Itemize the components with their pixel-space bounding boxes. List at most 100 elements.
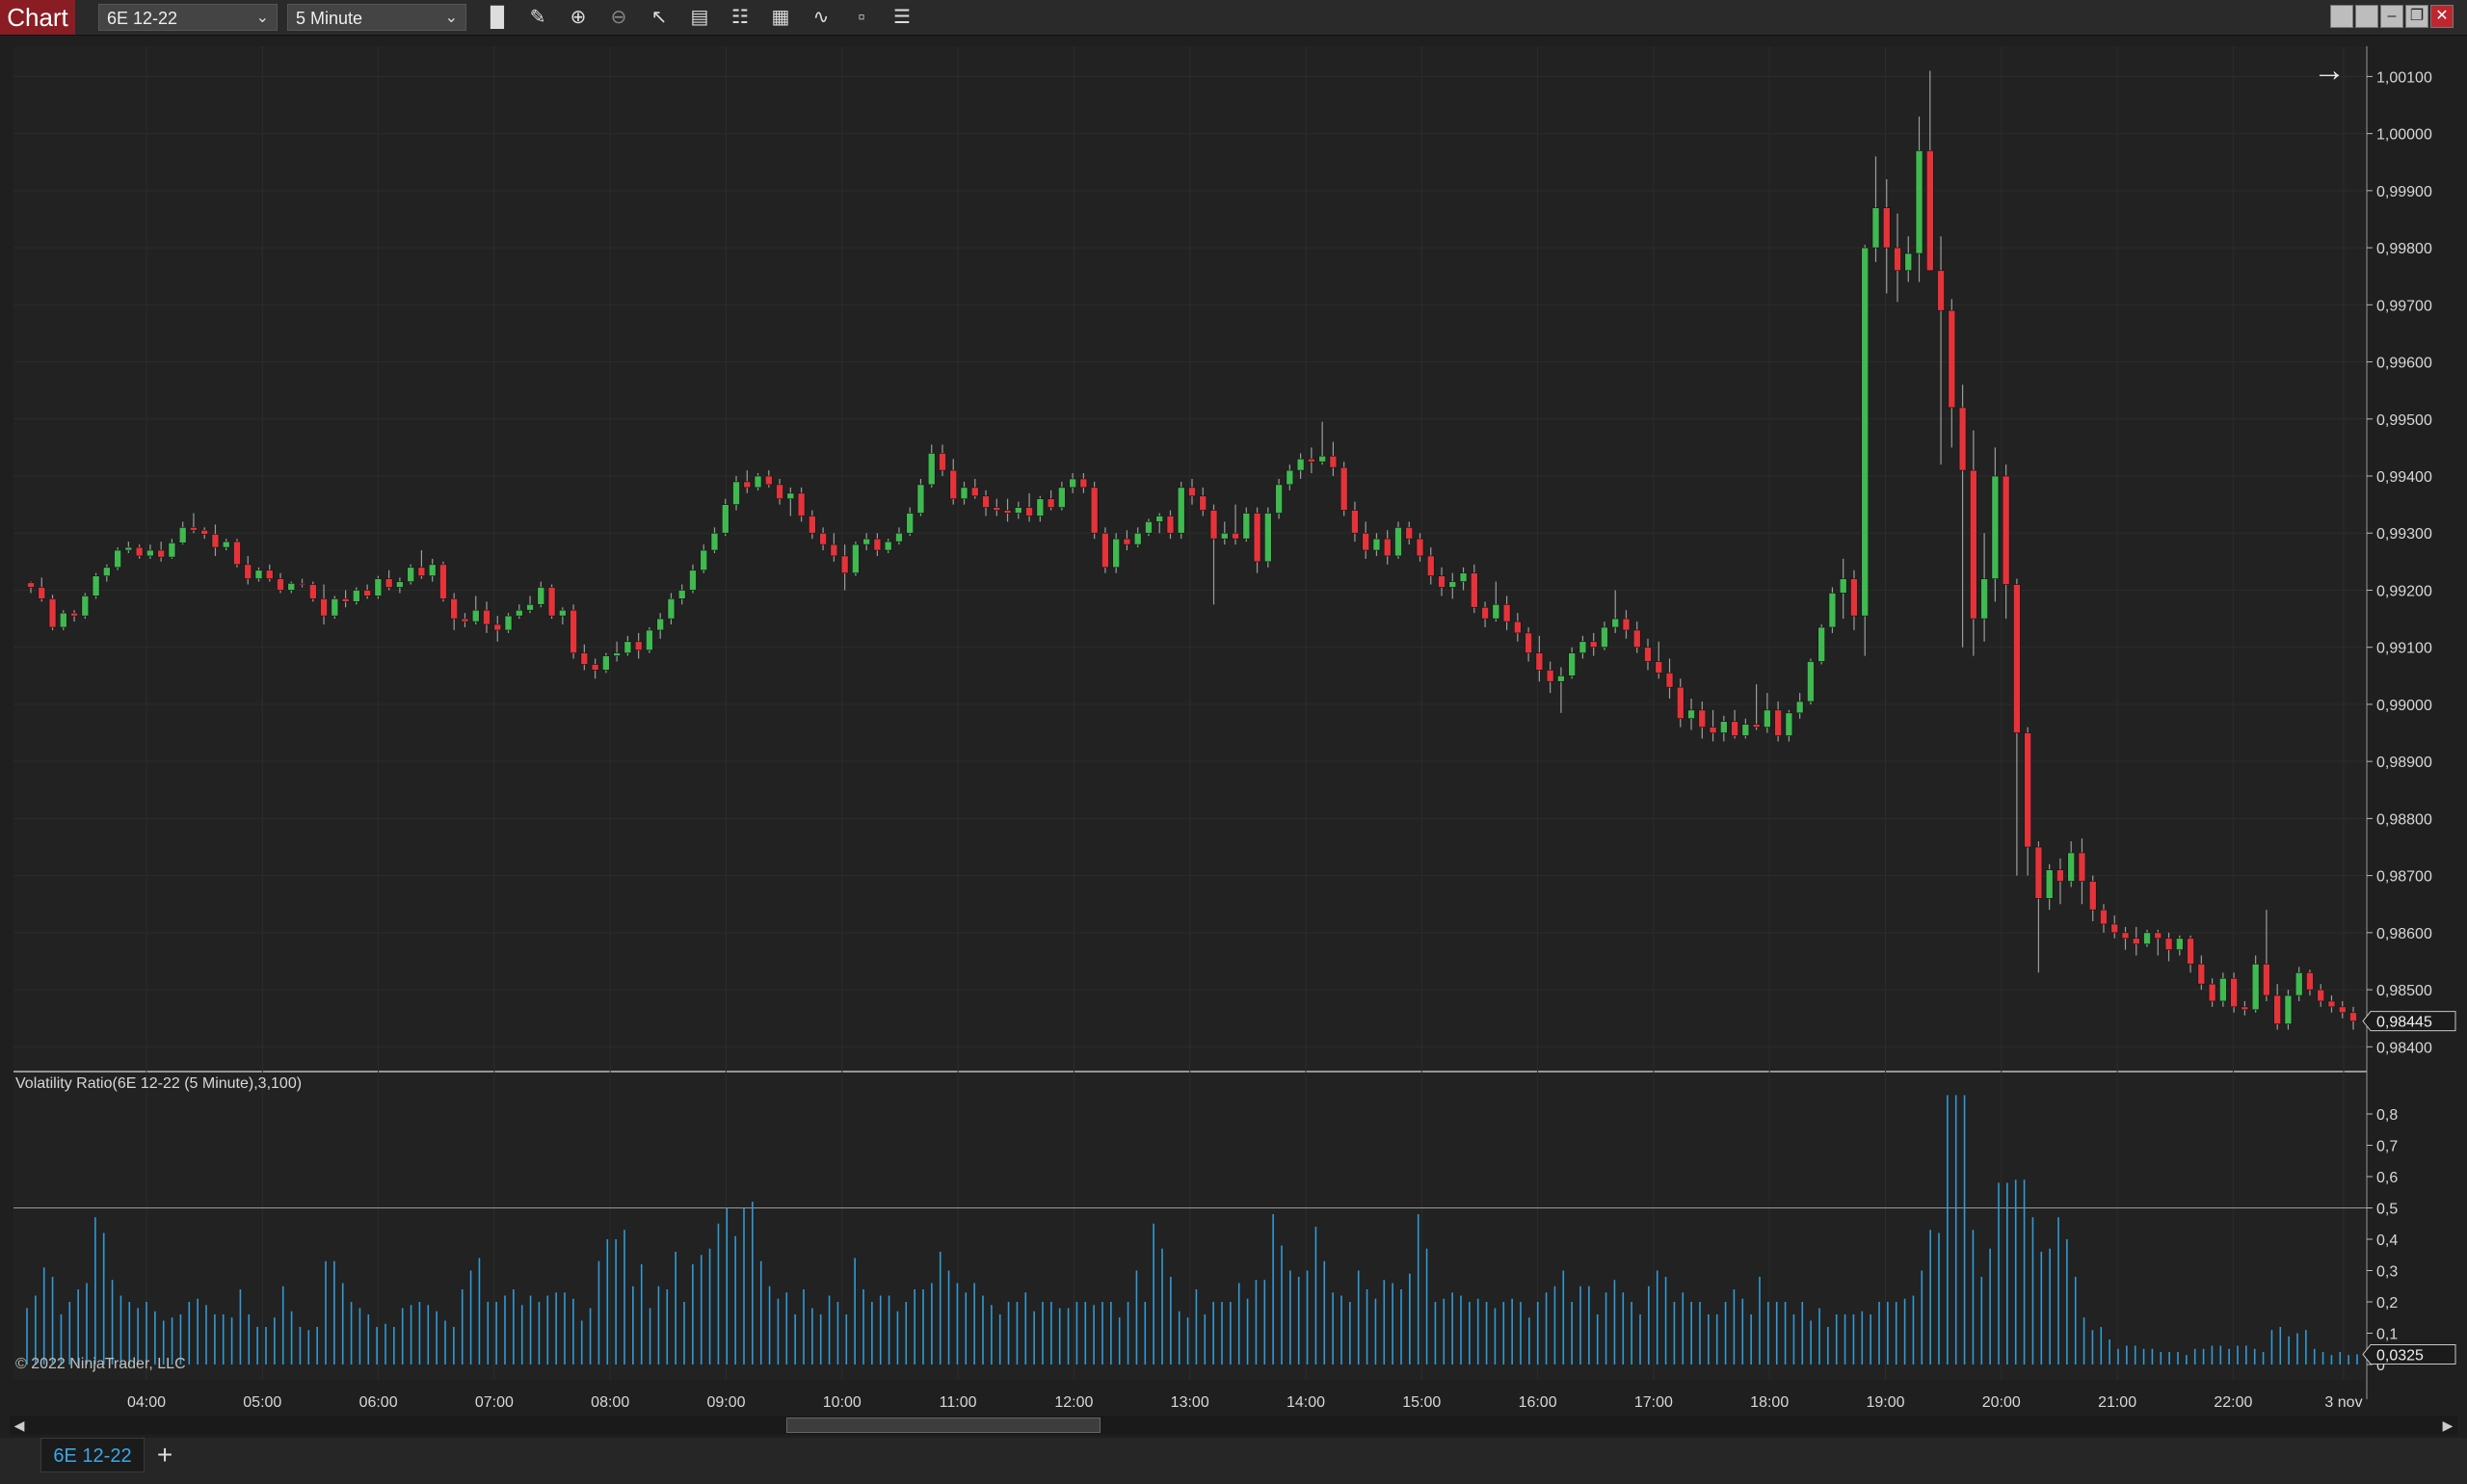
templates-icon[interactable]: ▫ (846, 4, 877, 31)
price-axis: 1,00100 1,00000 0,99900 0,99800 0,99700 0,996… (2367, 69, 2432, 1056)
candle-down (2013, 584, 2021, 733)
candle-up (1155, 516, 1164, 522)
candle-down (1709, 727, 1717, 733)
candle-down (776, 484, 783, 500)
time-tick-label: 21:00 (2098, 1394, 2136, 1411)
candle-up (1492, 603, 1500, 620)
indicator-tick-label: 0,7 (2376, 1139, 2398, 1155)
candle-up (884, 541, 892, 551)
time-tick-label: 10:00 (823, 1394, 862, 1411)
candle-down (591, 664, 599, 671)
bar-type-icon[interactable]: █ (482, 4, 513, 31)
add-tab-button[interactable]: + (150, 1440, 179, 1471)
tile-left-icon[interactable] (2330, 5, 2353, 28)
candle-down (1850, 578, 1858, 617)
candle-down (1209, 510, 1218, 540)
candle-up (1578, 641, 1587, 653)
interval-select[interactable]: 5 Minute ⌄ (287, 4, 466, 31)
time-tick-label: 09:00 (706, 1394, 745, 1411)
scroll-left-arrow-icon[interactable]: ◀ (10, 1416, 29, 1435)
candle-down (570, 609, 577, 653)
candle-up (407, 567, 414, 582)
candle-up (92, 575, 100, 596)
candle-up (114, 549, 121, 569)
candle-up (1839, 578, 1847, 594)
last-price-marker-label: 0,98445 (2376, 1015, 2432, 1031)
candle-up (710, 532, 719, 551)
minimize-icon[interactable]: – (2380, 5, 2403, 28)
candle-up (667, 598, 676, 620)
horizontal-scrollbar[interactable]: ◀ ▶ (10, 1416, 2457, 1435)
zoom-out-icon[interactable]: ⊖ (603, 4, 634, 31)
tile-right-icon[interactable] (2355, 5, 2378, 28)
instrument-select[interactable]: 6E 12-22 ⌄ (98, 4, 278, 31)
candle-up (1687, 709, 1695, 720)
candle-down (765, 475, 773, 486)
tab-instrument[interactable]: 6E 12-22 (40, 1438, 145, 1472)
indicators-icon[interactable]: ▦ (765, 4, 796, 31)
candle-down (1665, 673, 1674, 688)
candle-down (2230, 977, 2238, 1008)
candle-up (1817, 626, 1825, 662)
candle-down (1438, 575, 1446, 588)
time-tick-label: 19:00 (1866, 1394, 1904, 1411)
candle-down (1351, 510, 1359, 534)
candle-up (2284, 994, 2293, 1024)
candle-up (59, 612, 67, 628)
candle-up (602, 655, 610, 671)
chart-canvas[interactable]: 1,00100 1,00000 0,99900 0,99800 0,99700 0,996… (0, 35, 2467, 1413)
candle-up (1828, 593, 1837, 628)
candle-down (483, 609, 491, 625)
candle-down (27, 582, 35, 588)
candle-up (1448, 581, 1457, 588)
scroll-right-arrow-icon[interactable]: ▶ (2438, 1416, 2457, 1435)
pointer-icon[interactable]: ↖ (644, 4, 675, 31)
zoom-in-icon[interactable]: ⊕ (563, 4, 594, 31)
candle-down (1644, 647, 1652, 662)
candle-down (38, 587, 46, 599)
candle-down (1308, 458, 1315, 463)
candle-up (1980, 578, 1988, 620)
candle-down (1405, 527, 1414, 540)
candle-down (1622, 618, 1631, 631)
candle-down (982, 495, 990, 508)
candle-up (1145, 521, 1153, 534)
candle-up (81, 596, 90, 617)
time-tick-label: 18:00 (1750, 1394, 1789, 1411)
draw-tool-icon[interactable]: ✎ (522, 4, 553, 31)
menu-icon[interactable]: ☰ (887, 4, 917, 31)
candle-down (2306, 972, 2314, 991)
candle-down (211, 534, 220, 548)
candle-down (1426, 555, 1435, 576)
candle-up (623, 641, 632, 653)
candle-down (1676, 686, 1684, 720)
candle-down (1926, 150, 1934, 272)
price-tick-label: 0,98800 (2376, 811, 2432, 828)
candle-down (2078, 852, 2086, 882)
chevron-down-icon: ⌄ (255, 10, 269, 26)
candle-up (754, 475, 762, 489)
data-box-icon[interactable]: ▤ (684, 4, 715, 31)
candle-up (526, 603, 534, 611)
restore-icon[interactable]: ❐ (2405, 5, 2428, 28)
candle-up (1015, 507, 1022, 514)
candle-down (1025, 507, 1033, 517)
candle-up (906, 513, 914, 534)
candle-down (244, 564, 252, 579)
candle-up (222, 541, 230, 548)
properties-icon[interactable]: ☷ (725, 4, 756, 31)
scrollbar-thumb[interactable] (786, 1418, 1101, 1433)
candle-down (2132, 938, 2140, 944)
time-tick-label: 14:00 (1287, 1394, 1325, 1411)
tab-bar: 6E 12-22 + (0, 1438, 2467, 1484)
strategies-icon[interactable]: ∿ (806, 4, 836, 31)
candle-up (146, 549, 154, 557)
candle-down (1329, 455, 1338, 468)
candle-down (2349, 1012, 2357, 1021)
scroll-to-end-arrow-icon[interactable]: → (2313, 52, 2346, 90)
candle-up (916, 484, 925, 514)
candle-up (1286, 469, 1294, 486)
candle-up (1861, 247, 1870, 617)
candle-down (309, 584, 317, 599)
close-icon[interactable]: ✕ (2430, 5, 2454, 28)
